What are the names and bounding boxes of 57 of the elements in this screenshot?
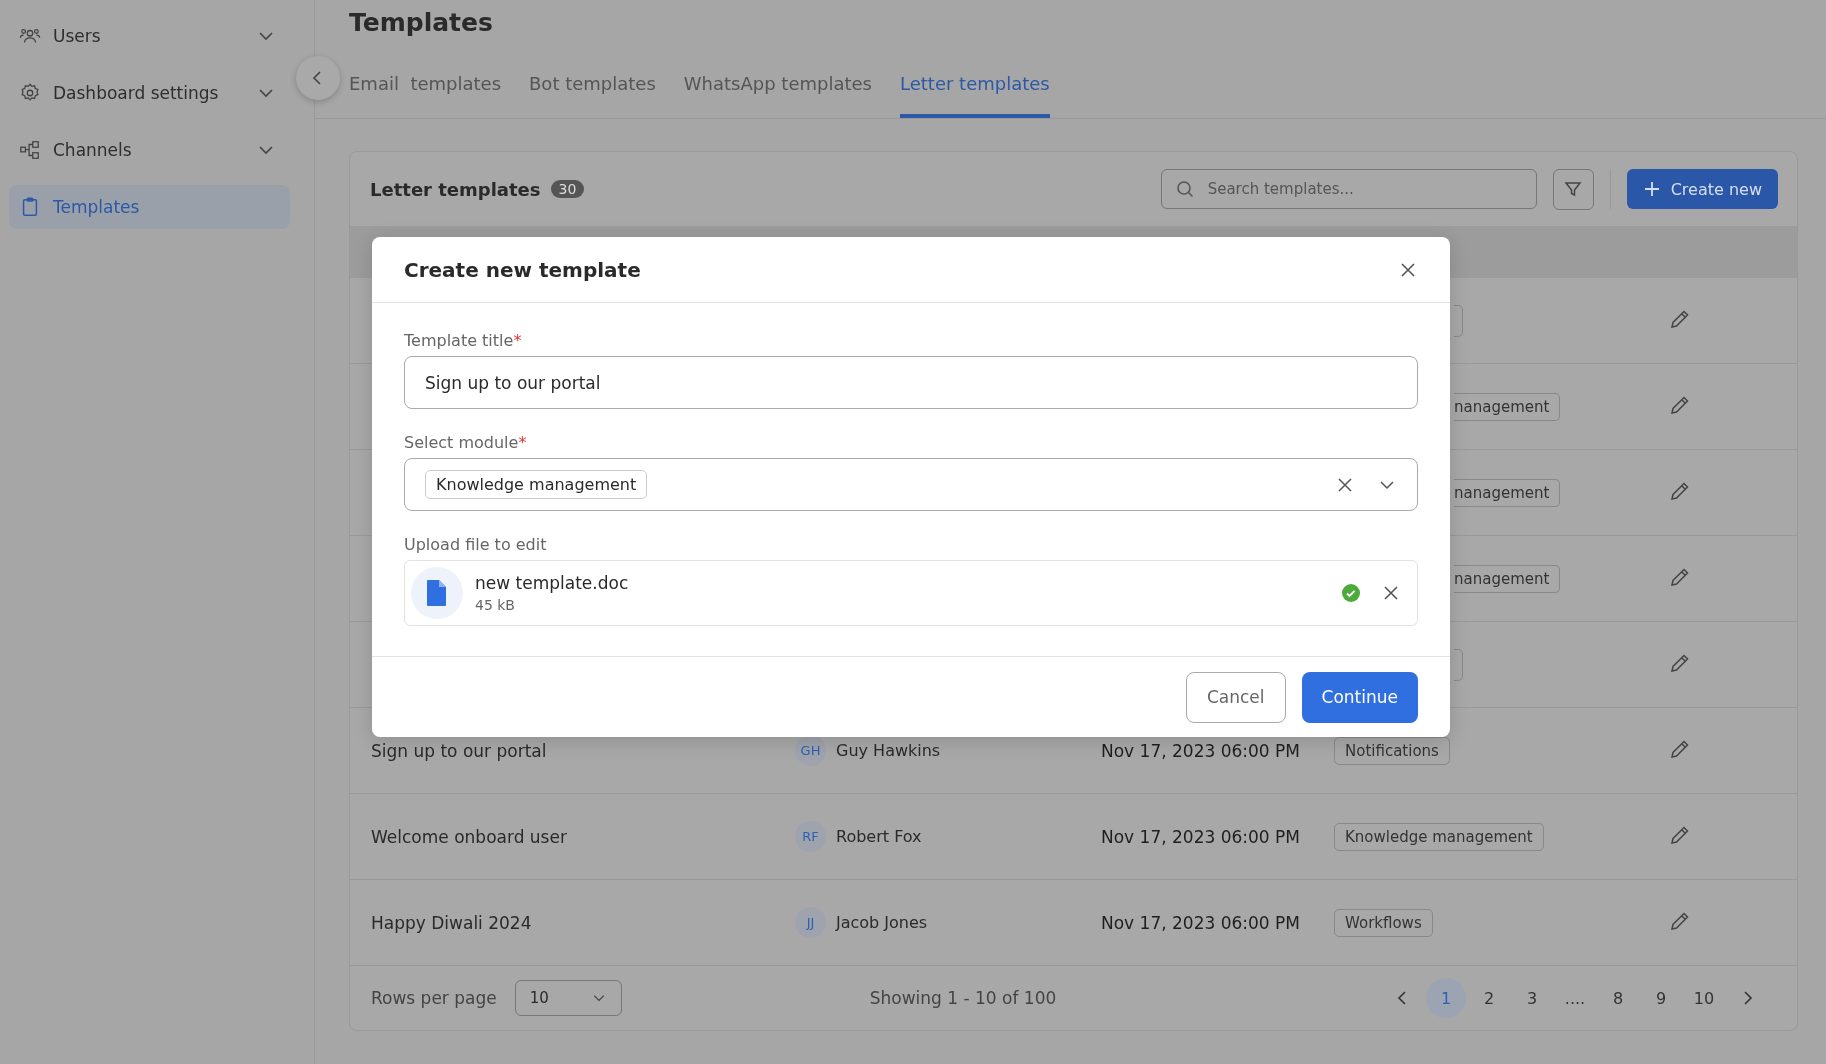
- field-label: Template title*: [404, 331, 523, 350]
- page-link[interactable]: 10: [1684, 978, 1724, 1018]
- search-icon: [1174, 179, 1195, 199]
- initials-avatar: RF: [795, 821, 826, 852]
- template-title-field[interactable]: Sign up to our portal: [404, 356, 1418, 409]
- continue-button[interactable]: Continue: [1301, 671, 1418, 723]
- page-link[interactable]: 3: [1512, 978, 1552, 1018]
- module-chip: Knowledge management: [425, 470, 648, 499]
- rows-per-page-label: Rows per page: [371, 988, 497, 1008]
- field-label: Select module*: [404, 433, 528, 452]
- module-tag: nanagement: [1454, 564, 1561, 593]
- filter-icon: [1563, 179, 1584, 199]
- file-size: 45 kB: [475, 597, 516, 613]
- filter-button[interactable]: [1552, 168, 1594, 210]
- page-link[interactable]: 8: [1598, 978, 1638, 1018]
- module-tag: nanagement: [1454, 478, 1561, 507]
- count-badge: 30: [550, 180, 585, 198]
- module-select[interactable]: Knowledge management: [404, 458, 1418, 511]
- page-link[interactable]: ....: [1555, 978, 1595, 1018]
- module-tag: Knowledge management: [1334, 822, 1544, 851]
- dialog-title: Create new template: [404, 257, 641, 282]
- plus-icon: [1642, 180, 1661, 198]
- pagination-summary: Showing 1 - 10 of 100: [869, 988, 1057, 1008]
- sidebar-item[interactable]: Channels: [9, 128, 290, 172]
- file-name: new template.doc: [475, 573, 629, 593]
- author-name: Robert Fox: [836, 827, 922, 846]
- rows-per-page-select[interactable]: 10: [514, 980, 622, 1016]
- page-link[interactable]: 2: [1469, 978, 1509, 1018]
- tab[interactable]: Email templates: [349, 73, 501, 118]
- initials-avatar: GH: [795, 735, 826, 766]
- date-text: Nov 17, 2023 06:00 PM: [1101, 912, 1300, 933]
- document-icon: [411, 567, 463, 619]
- nodes-icon: [19, 139, 41, 161]
- cancel-button[interactable]: Cancel: [1185, 671, 1286, 723]
- page-link[interactable]: 9: [1641, 978, 1681, 1018]
- page-title: Templates: [349, 8, 494, 37]
- module-tag: [1454, 304, 1463, 337]
- date-text: Nov 17, 2023 06:00 PM: [1101, 740, 1300, 761]
- date-text: Nov 17, 2023 06:00 PM: [1101, 826, 1300, 847]
- tab[interactable]: Bot templates: [529, 73, 656, 118]
- create-new-button[interactable]: Create new: [1626, 169, 1778, 209]
- card-title: Letter templates: [370, 178, 541, 200]
- search-field[interactable]: Search templates...: [1160, 169, 1537, 209]
- author-name: Jacob Jones: [836, 913, 928, 932]
- module-tag: [1454, 648, 1463, 681]
- tab[interactable]: Letter templates: [900, 73, 1050, 118]
- template-title: Sign up to our portal: [371, 740, 547, 761]
- module-tag: nanagement: [1454, 392, 1561, 421]
- sidebar-item[interactable]: Dashboard settings: [9, 71, 290, 115]
- template-title: Welcome onboard user: [371, 826, 567, 847]
- tab[interactable]: WhatsApp templates: [683, 73, 872, 118]
- initials-avatar: JJ: [795, 907, 826, 938]
- template-title: Happy Diwali 2024: [371, 912, 532, 933]
- sidebar-item[interactable]: Users: [9, 14, 290, 58]
- author-name: Guy Hawkins: [836, 741, 941, 760]
- field-label: Upload file to edit: [404, 535, 548, 554]
- module-tag: Workflows: [1334, 908, 1433, 937]
